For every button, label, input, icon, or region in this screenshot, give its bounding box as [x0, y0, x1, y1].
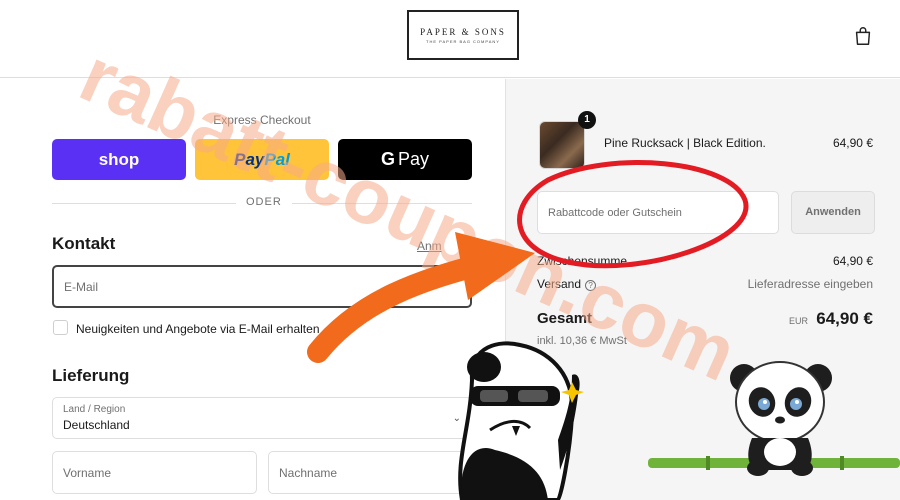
email-field[interactable]: E-Mail	[52, 265, 472, 308]
shopping-bag-icon[interactable]	[852, 25, 874, 47]
checkout-form: Express Checkout shop Pay Pal G Pay ODER …	[0, 79, 505, 500]
paypal-button[interactable]: Pay Pal	[195, 139, 329, 180]
shipping-value: Lieferadresse eingeben	[747, 277, 873, 291]
google-g-icon: G	[380, 149, 395, 169]
paypal-label-part1: Pay	[234, 149, 265, 169]
product-name: Pine Rucksack | Black Edition.	[604, 136, 766, 150]
total-currency: EUR	[789, 316, 809, 326]
total-label: Gesamt	[537, 310, 593, 327]
newsletter-label: Neuigkeiten und Angebote via E-Mail erha…	[76, 322, 320, 336]
contact-heading: Kontakt	[52, 234, 116, 253]
country-select[interactable]: Land / Region Deutschland ⌄	[52, 397, 472, 439]
paypal-label-part2: Pal	[264, 149, 290, 169]
subtotal-label: Zwischensumme	[537, 254, 628, 268]
google-pay-label: Pay	[397, 149, 430, 169]
country-select-value: Deutschland	[63, 418, 130, 432]
logo-tagline: THE PAPER BAG COMPANY	[426, 39, 500, 44]
shop-pay-button[interactable]: shop	[52, 139, 186, 180]
divider-label: ODER	[236, 196, 292, 208]
shipping-label: Versand	[537, 277, 582, 291]
apply-discount-button[interactable]: Anwenden	[791, 191, 875, 234]
shipping-row: Versand?	[537, 277, 597, 291]
quantity-badge: 1	[578, 111, 596, 129]
delivery-heading: Lieferung	[52, 366, 130, 385]
total-value: 64,90 €	[816, 309, 873, 328]
discount-code-input[interactable]: Rabattcode oder Gutschein	[537, 191, 779, 234]
newsletter-checkbox[interactable]	[53, 320, 68, 335]
order-summary: 1 Pine Rucksack | Black Edition. 64,90 €…	[505, 79, 900, 500]
express-checkout-title: Express Checkout	[213, 113, 311, 127]
logo-text: PAPER & SONS	[420, 27, 506, 37]
last-name-field[interactable]: Nachname	[268, 451, 473, 494]
country-select-label: Land / Region	[63, 404, 126, 415]
subtotal-value: 64,90 €	[832, 254, 873, 268]
google-pay-button[interactable]: G Pay	[338, 139, 472, 180]
question-icon[interactable]: ?	[585, 280, 597, 291]
chevron-down-icon: ⌄	[452, 413, 461, 424]
shop-pay-label: shop	[98, 149, 140, 169]
login-link[interactable]: Anm	[417, 239, 442, 253]
store-logo[interactable]: PAPER & SONS THE PAPER BAG COMPANY	[407, 10, 519, 60]
first-name-field[interactable]: Vorname	[52, 451, 257, 494]
product-price: 64,90 €	[832, 136, 873, 150]
tax-note: inkl. 10,36 € MwSt	[537, 335, 627, 347]
header: PAPER & SONS THE PAPER BAG COMPANY	[0, 0, 900, 78]
product-thumbnail	[539, 121, 585, 169]
